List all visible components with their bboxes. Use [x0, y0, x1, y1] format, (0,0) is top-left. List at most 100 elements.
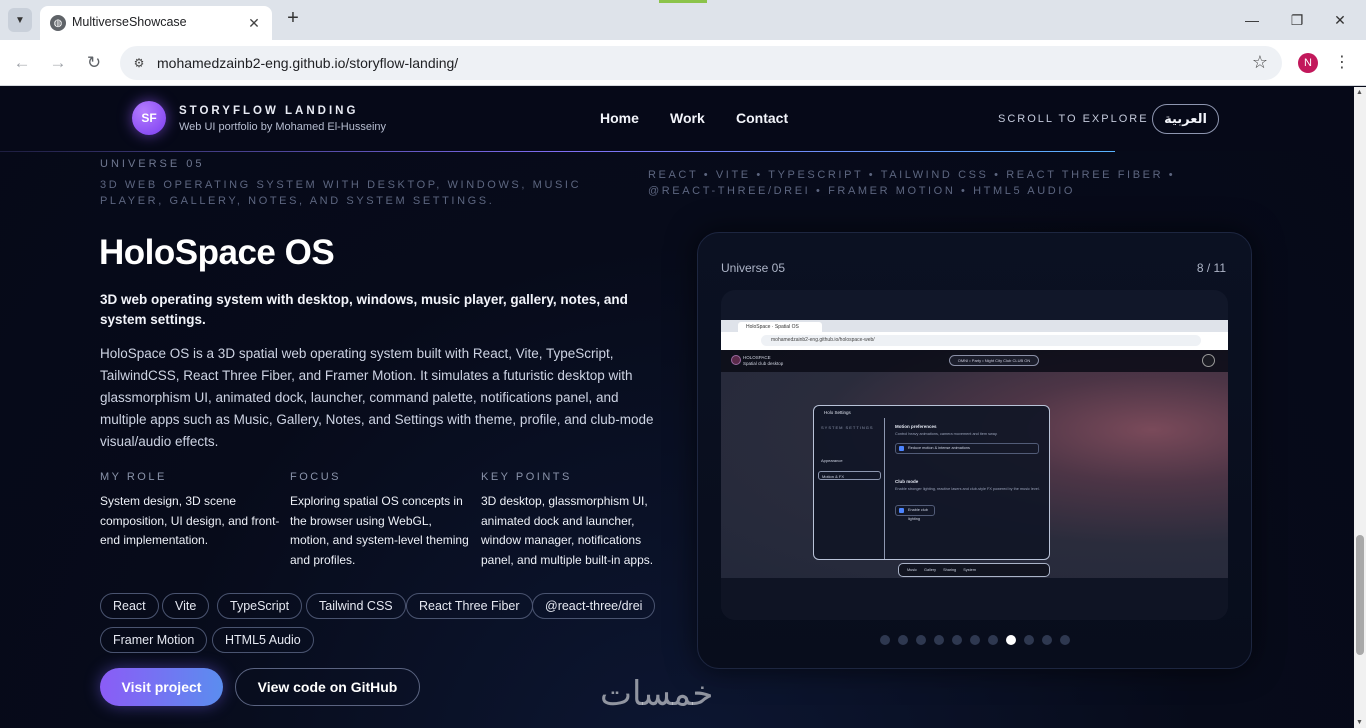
screenshot-frame-footer: [721, 578, 1228, 620]
watermark-logo: خمسات: [600, 674, 714, 714]
screenshot-motion-title: Motion preferences: [895, 424, 937, 429]
header-divider: [0, 151, 1115, 152]
slide-dot[interactable]: [1042, 635, 1052, 645]
close-icon[interactable]: ✕: [1320, 6, 1360, 34]
project-title: HoloSpace OS: [99, 233, 335, 272]
scroll-hint: SCROLL TO EXPLORE: [998, 113, 1149, 125]
universe-label: UNIVERSE 05: [100, 158, 205, 170]
slide-dot[interactable]: [952, 635, 962, 645]
tab-title: MultiverseShowcase: [72, 15, 187, 29]
slide-dot[interactable]: [970, 635, 980, 645]
restore-icon[interactable]: ❐: [1277, 6, 1317, 34]
screenshot-desktop: HOLOSPACE Spatial club desktop OMNI • Pa…: [721, 350, 1228, 578]
tag-chip: React Three Fiber: [406, 593, 533, 619]
tag-chip: HTML5 Audio: [212, 627, 314, 653]
screenshot-club-text: Enable stronger lighting, reactive laser…: [895, 487, 1040, 491]
nav-work[interactable]: Work: [670, 110, 705, 126]
showcase-label: Universe 05: [721, 261, 786, 275]
page-viewport: SF STORYFLOW LANDING Web UI portfolio by…: [0, 87, 1354, 728]
reload-icon[interactable]: ↻: [82, 51, 106, 75]
tag-chip: React: [100, 593, 159, 619]
visit-project-button[interactable]: Visit project: [100, 668, 223, 706]
detail-my-role: MY ROLE System design, 3D scene composit…: [100, 471, 280, 551]
url-text[interactable]: mohamedzainb2-eng.github.io/storyflow-la…: [157, 55, 458, 71]
language-toggle-button[interactable]: العربية: [1152, 104, 1219, 134]
kebab-menu-icon[interactable]: ⋮: [1334, 52, 1350, 74]
site-info-icon[interactable]: ⚙: [130, 54, 148, 72]
slide-dot[interactable]: [1024, 635, 1034, 645]
close-icon[interactable]: ✕: [244, 13, 264, 33]
nav-contact[interactable]: Contact: [736, 110, 788, 126]
logo[interactable]: SF: [132, 101, 166, 135]
tag-chip: Tailwind CSS: [306, 593, 406, 619]
slide-dot[interactable]: [898, 635, 908, 645]
slide-dot[interactable]: [934, 635, 944, 645]
browser-tab-bar: ▼ ◍ MultiverseShowcase ✕ + — ❐ ✕: [0, 0, 1366, 40]
slide-dot[interactable]: [916, 635, 926, 645]
screenshot-frame[interactable]: HoloSpace · Spatial OS mohamedzainb2-eng…: [721, 290, 1228, 620]
minimize-icon[interactable]: —: [1232, 6, 1272, 34]
showcase-card: Universe 05 8 / 11 HoloSpace · Spatial O…: [697, 232, 1252, 669]
slide-dot[interactable]: [988, 635, 998, 645]
brand-subtitle: Web UI portfolio by Mohamed El-Husseiny: [179, 121, 387, 133]
screenshot-mode-pill: OMNI • Party • Night City Club CLUB ON: [949, 355, 1039, 366]
screenshot-motion-text: Control heavy animations, camera movemen…: [895, 432, 998, 436]
detail-text: System design, 3D scene composition, UI …: [100, 494, 280, 548]
tab-strip-accent: [659, 0, 707, 3]
site-header: SF STORYFLOW LANDING Web UI portfolio by…: [0, 87, 1354, 151]
detail-key-points: KEY POINTS 3D desktop, glassmorphism UI,…: [481, 471, 661, 570]
slide-counter: 8 / 11: [1196, 261, 1226, 275]
screenshot-sidebar: SYSTEM SETTINGS Appearance Motion & FX: [814, 418, 885, 559]
screenshot-tab: HoloSpace · Spatial OS: [738, 322, 822, 332]
screenshot-urlbar: mohamedzainb2-eng.github.io/holospace-we…: [721, 332, 1228, 350]
screenshot-logo: [731, 355, 741, 365]
tag-chip: Framer Motion: [100, 627, 208, 653]
plus-icon[interactable]: +: [282, 8, 304, 30]
browser-toolbar: ← → ↻ ⚙ mohamedzainb2-eng.github.io/stor…: [0, 40, 1366, 86]
screenshot-topbar: HOLOSPACE Spatial club desktop OMNI • Pa…: [721, 350, 1228, 372]
slide-dot[interactable]: [1060, 635, 1070, 645]
scroll-up-icon[interactable]: ▲: [1356, 89, 1363, 96]
nav-home[interactable]: Home: [600, 110, 639, 126]
slide-dot[interactable]: [880, 635, 890, 645]
tag-chip: @react-three/drei: [532, 593, 656, 619]
screenshot-dock-item: Music: [907, 568, 917, 572]
detail-title: KEY POINTS: [481, 471, 572, 483]
universe-description: 3D web operating system with desktop, wi…: [100, 179, 582, 207]
star-icon[interactable]: ☆: [1252, 52, 1268, 73]
detail-title: FOCUS: [290, 471, 341, 483]
screenshot-dock: Music Gallery Sharing System: [898, 563, 1050, 577]
profile-avatar[interactable]: N: [1298, 53, 1318, 73]
screenshot-sidebar-header: SYSTEM SETTINGS: [821, 425, 874, 430]
page-scrollbar[interactable]: ▲ ▼: [1354, 87, 1366, 728]
screenshot-window-title: Holo Settings: [824, 410, 851, 415]
screenshot-url: mohamedzainb2-eng.github.io/holospace-we…: [761, 335, 1201, 346]
project-screenshot: HoloSpace · Spatial OS mohamedzainb2-eng…: [721, 320, 1228, 578]
tag-chip: Vite: [162, 593, 210, 619]
slide-dot[interactable]: [1006, 635, 1016, 645]
screenshot-dock-item: System: [963, 568, 976, 572]
screenshot-brand: HOLOSPACE Spatial club desktop: [743, 355, 783, 367]
detail-title: MY ROLE: [100, 471, 167, 483]
screenshot-orb: [1202, 354, 1215, 367]
screenshot-dock-item: Sharing: [943, 568, 957, 572]
project-tagline: 3D web operating system with desktop, wi…: [100, 292, 628, 327]
screenshot-sidebar-item: Appearance: [821, 458, 843, 463]
forward-arrow-icon[interactable]: →: [46, 51, 70, 75]
project-description: HoloSpace OS is a 3D spatial web operati…: [100, 346, 654, 449]
scrollbar-thumb[interactable]: [1356, 535, 1364, 655]
globe-icon: ◍: [50, 15, 66, 31]
brand-title: STORYFLOW LANDING: [179, 105, 359, 117]
chevron-down-icon[interactable]: ▼: [8, 8, 32, 32]
screenshot-tabbar: HoloSpace · Spatial OS: [721, 320, 1228, 332]
screenshot-sidebar-item: Motion & FX: [818, 471, 881, 480]
browser-tab[interactable]: ◍ MultiverseShowcase ✕: [40, 6, 272, 40]
github-code-button[interactable]: View code on GitHub: [235, 668, 420, 706]
detail-text: Exploring spatial OS concepts in the bro…: [290, 494, 469, 567]
screenshot-club-check: Enable club lighting: [895, 505, 935, 521]
address-bar[interactable]: ⚙ mohamedzainb2-eng.github.io/storyflow-…: [120, 46, 1282, 80]
back-arrow-icon[interactable]: ←: [10, 51, 34, 75]
screenshot-brand-line2: Spatial club desktop: [743, 361, 784, 366]
tag-chip: TypeScript: [217, 593, 303, 619]
scroll-down-icon[interactable]: ▼: [1356, 719, 1363, 726]
